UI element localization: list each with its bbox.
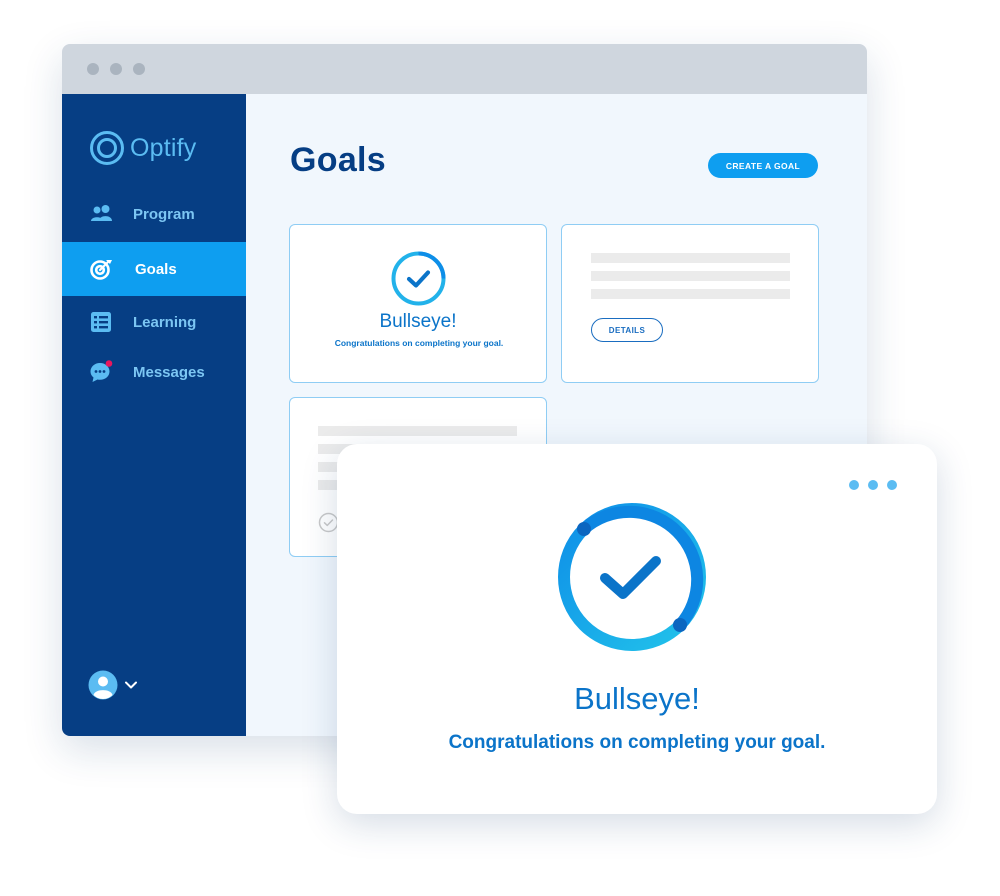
goal-card-title: Bullseye! — [379, 311, 457, 332]
more-dots-icon[interactable] — [849, 480, 897, 490]
window-control-dot[interactable] — [110, 63, 122, 75]
details-button[interactable]: DETAILS — [591, 318, 663, 342]
notification-dot — [105, 360, 113, 367]
target-icon — [90, 260, 112, 280]
dialog-title: Bullseye! — [574, 681, 700, 716]
goal-card-description: Congratulations on completing your goal. — [334, 338, 504, 348]
chat-bubble-icon — [90, 360, 113, 382]
sidebar-item-label: Goals — [135, 260, 177, 278]
list-icon — [91, 312, 111, 332]
check-circle-icon — [391, 251, 446, 306]
check-circle-icon — [318, 512, 339, 533]
sidebar-item-program[interactable]: Program — [62, 200, 246, 228]
window-control-dot[interactable] — [133, 63, 145, 75]
sidebar-item-label: Program — [133, 205, 195, 223]
app-logo[interactable]: Optify — [89, 130, 197, 166]
app-name: Optify — [130, 133, 197, 162]
sidebar-item-learning[interactable]: Learning — [62, 308, 246, 336]
window-titlebar — [62, 44, 867, 94]
page-title: Goals — [290, 141, 386, 179]
placeholder-line — [591, 289, 790, 299]
placeholder-line — [591, 271, 790, 281]
goal-card[interactable]: DETAILS — [561, 224, 819, 383]
goal-card[interactable]: Bullseye! Congratulations on completing … — [289, 224, 547, 383]
sidebar-item-messages[interactable]: Messages — [62, 358, 246, 386]
placeholder-line — [318, 426, 517, 436]
user-avatar-icon — [88, 670, 118, 700]
sidebar-item-goals[interactable]: Goals — [62, 242, 246, 296]
placeholder-line — [591, 253, 790, 263]
create-goal-button[interactable]: CREATE A GOAL — [708, 153, 818, 178]
dialog-message: Congratulations on completing your goal. — [448, 732, 826, 753]
sidebar-item-label: Messages — [133, 363, 205, 381]
check-circle-icon — [558, 503, 706, 651]
sidebar: Optify Program Goals Learning Messages — [62, 94, 246, 736]
window-control-dot[interactable] — [87, 63, 99, 75]
chevron-down-icon — [125, 681, 137, 689]
sidebar-item-label: Learning — [133, 313, 197, 331]
goal-complete-dialog: Bullseye! Congratulations on completing … — [337, 444, 937, 814]
user-menu[interactable] — [88, 670, 139, 700]
people-icon — [91, 205, 112, 221]
optify-logo-icon — [90, 131, 124, 165]
